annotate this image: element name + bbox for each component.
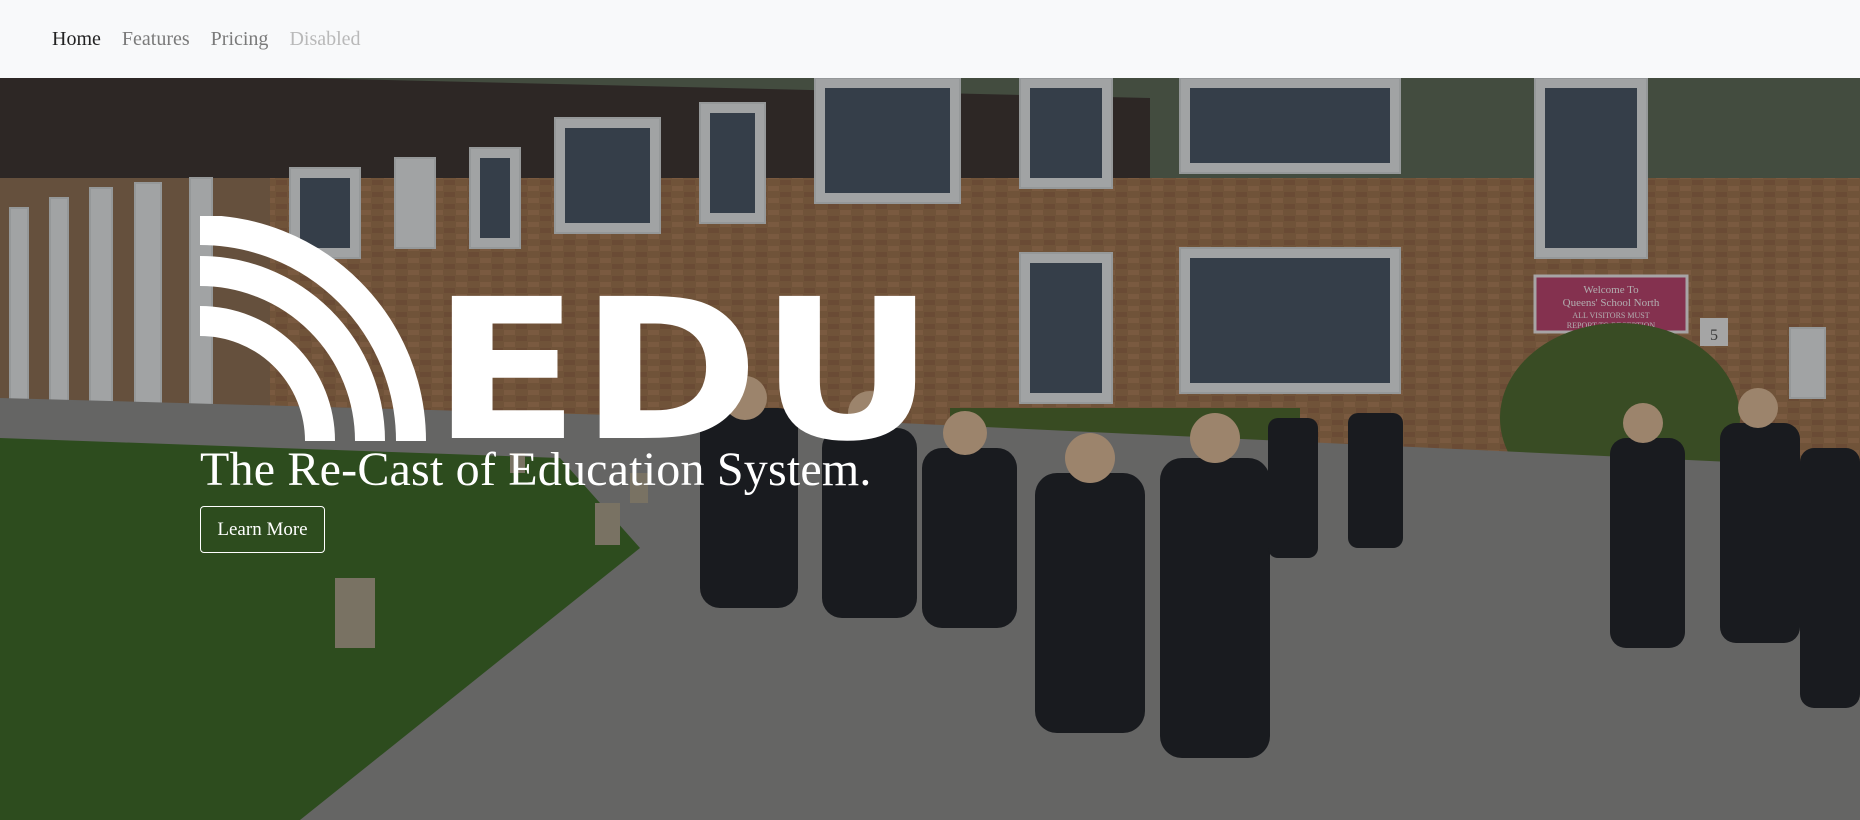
logo-wordmark: EDU	[432, 257, 935, 441]
top-navbar: Home Features Pricing Disabled	[0, 0, 1860, 78]
nav-link-disabled: Disabled	[289, 27, 361, 50]
nav-link-pricing[interactable]: Pricing	[211, 28, 269, 51]
hero-tagline: The Re-Cast of Education System.	[200, 443, 872, 496]
nav-link-home[interactable]: Home	[52, 28, 101, 51]
learn-more-button[interactable]: Learn More	[200, 506, 325, 553]
nav-link-features[interactable]: Features	[122, 28, 190, 51]
hero-section: Welcome To Queens' School North ALL VISI…	[0, 78, 1860, 820]
edu-logo: EDU	[200, 216, 935, 441]
